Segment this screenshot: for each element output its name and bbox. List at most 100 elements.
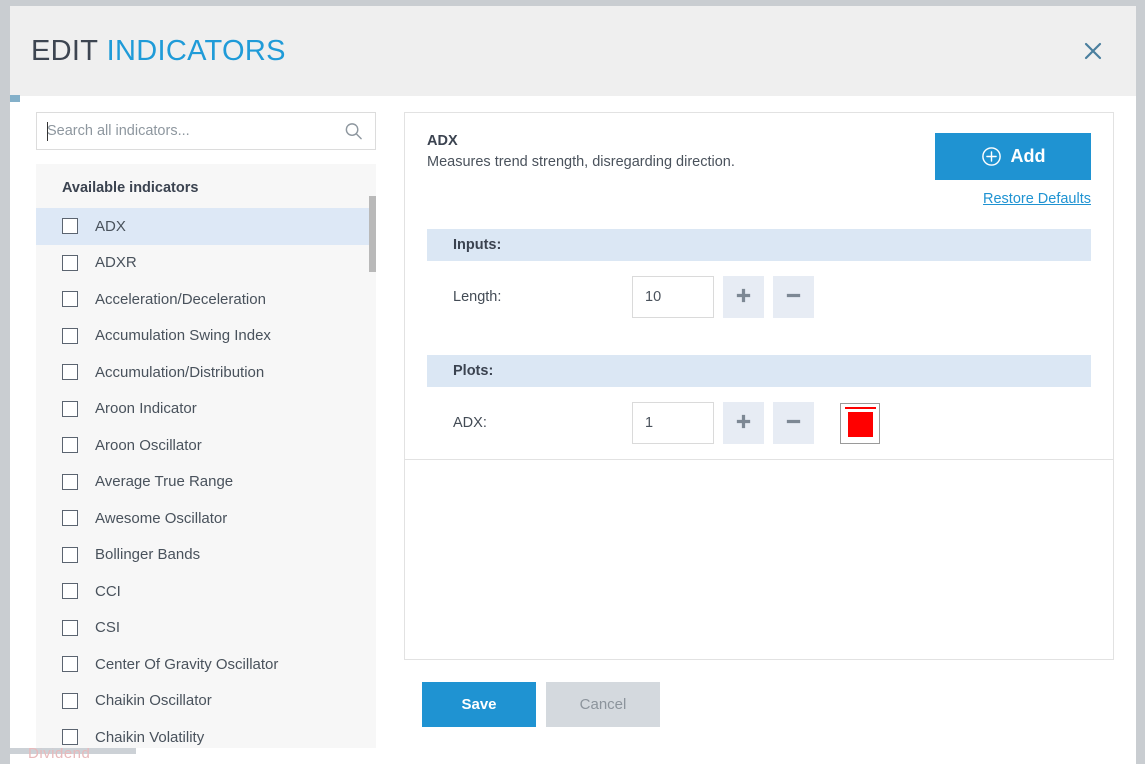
list-item-label: Chaikin Oscillator bbox=[95, 692, 212, 709]
plus-circle-icon bbox=[981, 146, 1002, 167]
indicator-detail-panel: ADX Measures trend strength, disregardin… bbox=[404, 112, 1114, 660]
list-item[interactable]: Chaikin Oscillator bbox=[36, 683, 376, 720]
detail-actions: Add Restore Defaults bbox=[935, 133, 1091, 207]
checkbox-icon[interactable] bbox=[62, 729, 78, 745]
list-item[interactable]: Awesome Oscillator bbox=[36, 500, 376, 537]
page-title-primary: EDIT bbox=[31, 35, 98, 67]
checkbox-icon[interactable] bbox=[62, 291, 78, 307]
add-button[interactable]: Add bbox=[935, 133, 1091, 180]
checkbox-icon[interactable] bbox=[62, 328, 78, 344]
plus-icon bbox=[734, 286, 753, 308]
cancel-button[interactable]: Cancel bbox=[546, 682, 660, 727]
length-decrement-button[interactable] bbox=[773, 276, 814, 318]
list-item[interactable]: ADXR bbox=[36, 245, 376, 282]
list-item-label: CSI bbox=[95, 619, 120, 636]
plus-icon bbox=[734, 412, 753, 434]
checkbox-icon[interactable] bbox=[62, 218, 78, 234]
inputs-section-header: Inputs: bbox=[427, 229, 1091, 261]
list-item[interactable]: ADX bbox=[36, 208, 376, 245]
list-item[interactable]: Bollinger Bands bbox=[36, 537, 376, 574]
list-item-label: Aroon Oscillator bbox=[95, 437, 202, 454]
list-item-label: Chaikin Volatility bbox=[95, 729, 204, 746]
length-increment-button[interactable] bbox=[723, 276, 764, 318]
list-item-label: Awesome Oscillator bbox=[95, 510, 227, 527]
list-item-label: Acceleration/Deceleration bbox=[95, 291, 266, 308]
list-item-label: ADXR bbox=[95, 254, 137, 271]
length-label: Length: bbox=[427, 289, 632, 305]
list-item[interactable]: Chaikin Volatility bbox=[36, 719, 376, 748]
indicator-detail-column: ADX Measures trend strength, disregardin… bbox=[386, 112, 1122, 748]
list-item[interactable]: Accumulation/Distribution bbox=[36, 354, 376, 391]
checkbox-icon[interactable] bbox=[62, 255, 78, 271]
page-title-accent: INDICATORS bbox=[107, 35, 286, 67]
checkbox-icon[interactable] bbox=[62, 583, 78, 599]
available-indicators-panel: Available indicators ADX ADXR Acceleration… bbox=[36, 164, 376, 748]
list-item-label: Center Of Gravity Oscillator bbox=[95, 656, 278, 673]
minus-icon bbox=[784, 412, 803, 434]
checkbox-icon[interactable] bbox=[62, 401, 78, 417]
header-accent-tab bbox=[10, 95, 20, 102]
list-item-label: Accumulation/Distribution bbox=[95, 364, 264, 381]
edit-indicators-dialog: EDIT INDICATORS bbox=[10, 6, 1136, 748]
close-button[interactable] bbox=[1078, 36, 1108, 66]
checkbox-icon[interactable] bbox=[62, 620, 78, 636]
color-swatch-block bbox=[848, 412, 873, 437]
list-item[interactable]: CCI bbox=[36, 573, 376, 610]
color-swatch-line bbox=[845, 407, 876, 409]
length-input[interactable] bbox=[632, 276, 714, 318]
save-button[interactable]: Save bbox=[422, 682, 536, 727]
adx-plot-input[interactable] bbox=[632, 402, 714, 444]
adx-plot-label: ADX: bbox=[427, 415, 632, 431]
dialog-header: EDIT INDICATORS bbox=[10, 6, 1136, 96]
checkbox-icon[interactable] bbox=[62, 510, 78, 526]
add-button-label: Add bbox=[1011, 146, 1046, 167]
list-item[interactable]: CSI bbox=[36, 610, 376, 647]
indicator-list-scrollbar[interactable] bbox=[369, 164, 376, 748]
adx-plot-increment-button[interactable] bbox=[723, 402, 764, 444]
indicator-description: Measures trend strength, disregarding di… bbox=[427, 154, 735, 170]
adx-plot-color-swatch[interactable] bbox=[840, 403, 880, 444]
list-item-label: CCI bbox=[95, 583, 121, 600]
search-box[interactable] bbox=[36, 112, 376, 150]
detail-header: ADX Measures trend strength, disregardin… bbox=[427, 133, 1091, 207]
adx-plot-decrement-button[interactable] bbox=[773, 402, 814, 444]
list-item[interactable]: Average True Range bbox=[36, 464, 376, 501]
list-item[interactable]: Aroon Oscillator bbox=[36, 427, 376, 464]
restore-defaults-link[interactable]: Restore Defaults bbox=[983, 191, 1091, 207]
detail-header-text: ADX Measures trend strength, disregardin… bbox=[427, 133, 735, 170]
backdrop-right-strip bbox=[1136, 0, 1145, 764]
list-item-label: Aroon Indicator bbox=[95, 400, 197, 417]
minus-icon bbox=[784, 286, 803, 308]
indicator-list-scroll-thumb[interactable] bbox=[369, 196, 376, 272]
search-icon[interactable] bbox=[344, 122, 363, 141]
plots-section-header: Plots: bbox=[427, 355, 1091, 387]
section-divider bbox=[405, 459, 1113, 460]
input-row-length: Length: bbox=[427, 261, 1091, 333]
available-indicators-heading: Available indicators bbox=[36, 164, 376, 208]
indicator-name: ADX bbox=[427, 133, 735, 149]
checkbox-icon[interactable] bbox=[62, 547, 78, 563]
checkbox-icon[interactable] bbox=[62, 693, 78, 709]
dialog-body: Available indicators ADX ADXR Acceleration… bbox=[10, 96, 1136, 748]
checkbox-icon[interactable] bbox=[62, 474, 78, 490]
list-item-label: Bollinger Bands bbox=[95, 546, 200, 563]
list-item[interactable]: Accumulation Swing Index bbox=[36, 318, 376, 355]
list-item[interactable]: Acceleration/Deceleration bbox=[36, 281, 376, 318]
list-item-label: Average True Range bbox=[95, 473, 233, 490]
checkbox-icon[interactable] bbox=[62, 437, 78, 453]
plot-row-adx: ADX: bbox=[427, 387, 1091, 459]
list-item[interactable]: Center Of Gravity Oscillator bbox=[36, 646, 376, 683]
search-input[interactable] bbox=[37, 113, 375, 149]
list-item-label: Accumulation Swing Index bbox=[95, 327, 271, 344]
checkbox-icon[interactable] bbox=[62, 656, 78, 672]
indicator-list: ADX ADXR Acceleration/Deceleration Accumula… bbox=[36, 208, 376, 748]
checkbox-icon[interactable] bbox=[62, 364, 78, 380]
close-icon bbox=[1082, 40, 1104, 62]
screen: Dividend EDIT INDICATORS bbox=[0, 0, 1145, 764]
search-caret bbox=[47, 122, 48, 141]
backdrop-left-strip bbox=[0, 0, 10, 764]
list-item[interactable]: Aroon Indicator bbox=[36, 391, 376, 428]
list-item-label: ADX bbox=[95, 218, 126, 235]
dialog-footer: Save Cancel bbox=[404, 660, 1114, 727]
indicator-browser: Available indicators ADX ADXR Acceleration… bbox=[24, 112, 386, 748]
